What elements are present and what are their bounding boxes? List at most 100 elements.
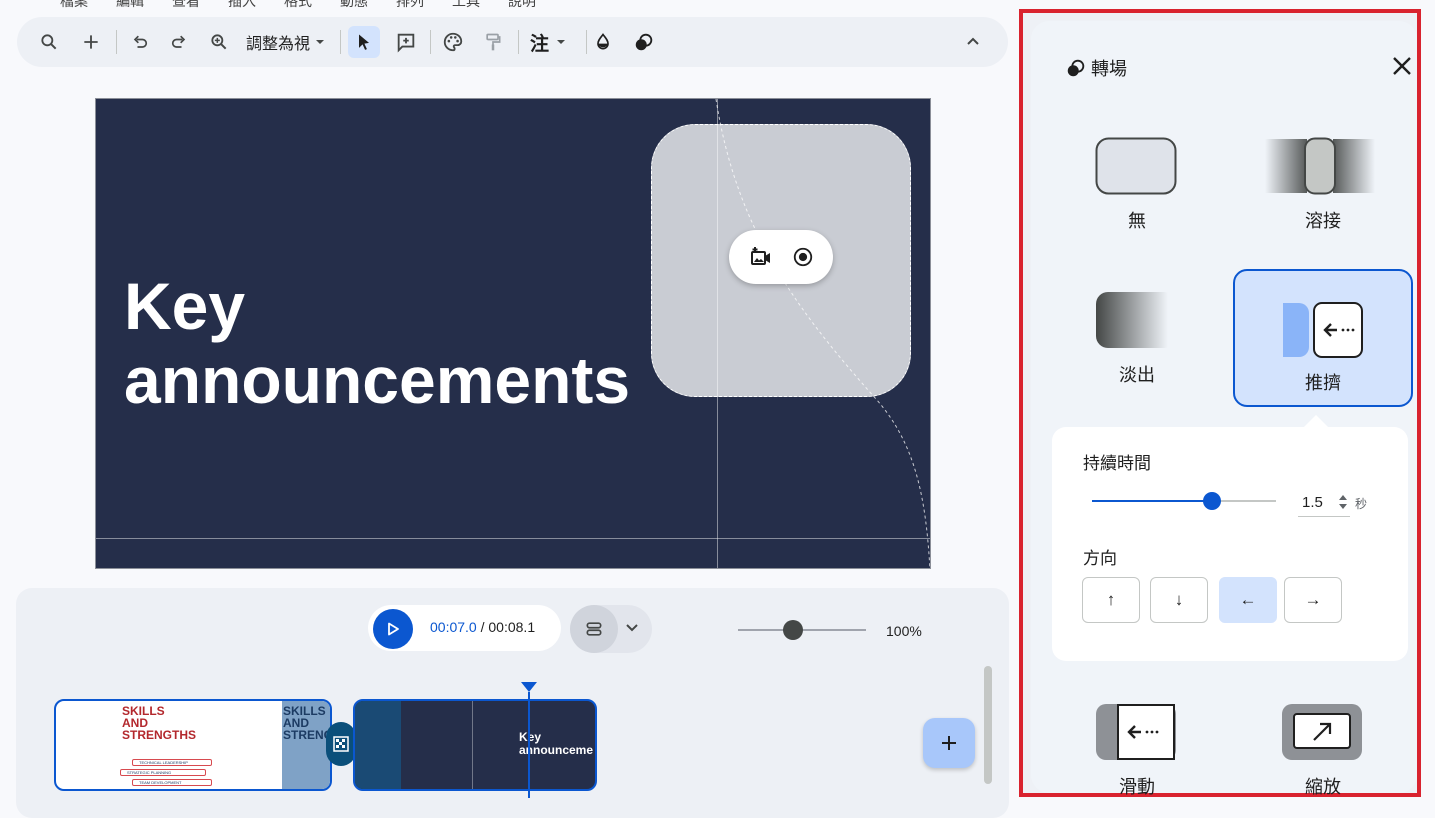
menu-view[interactable]: 查看 xyxy=(172,0,200,9)
close-icon[interactable] xyxy=(1391,55,1413,77)
paint-format-button[interactable] xyxy=(477,26,509,58)
push-options: 持續時間 1.5 秒 方向 ↑ ↓ ← → xyxy=(1052,427,1408,661)
new-slide-button[interactable] xyxy=(75,26,107,58)
transition-dissolve-label: 溶接 xyxy=(1305,211,1341,231)
add-media-button[interactable] xyxy=(749,245,773,269)
redo-icon xyxy=(171,35,186,48)
direction-right-button[interactable]: → xyxy=(1284,577,1342,623)
arrow-left-icon: ← xyxy=(1239,590,1257,609)
palette-icon xyxy=(443,32,463,52)
direction-down-button[interactable]: ↓ xyxy=(1150,577,1208,623)
add-clip-button[interactable] xyxy=(923,718,975,768)
record-icon xyxy=(793,247,812,267)
select-tool-button[interactable] xyxy=(348,26,380,58)
push-preview-icon xyxy=(1283,302,1363,358)
menu-insert[interactable]: 插入 xyxy=(228,0,256,9)
tracks-icon xyxy=(586,622,602,636)
theme-button[interactable] xyxy=(437,26,469,58)
transition-zoom[interactable]: 縮放 xyxy=(1235,685,1411,797)
fill-button[interactable] xyxy=(587,26,619,58)
time-readout: 00:07.0 / 00:08.1 xyxy=(430,619,535,635)
transition-zoom-label: 縮放 xyxy=(1305,777,1341,797)
arrow-down-icon: ↓ xyxy=(1174,590,1184,609)
total-time: 00:08.1 xyxy=(488,619,536,635)
text-style-button[interactable]: 注 xyxy=(526,26,576,58)
playhead-line xyxy=(528,692,530,798)
slide-canvas[interactable]: Key announcements xyxy=(95,98,931,569)
transition-dissolve[interactable]: 溶接 xyxy=(1235,119,1411,255)
clip1-bullet-2: STRATEGIC PLANNING xyxy=(120,769,206,776)
transition-none[interactable]: 無 xyxy=(1049,119,1225,255)
arrow-up-icon: ↑ xyxy=(1106,590,1116,609)
transition-fade-label: 淡出 xyxy=(1119,365,1155,385)
timeline-clip-2[interactable]: Key announceme xyxy=(353,699,597,791)
checker-transition-icon xyxy=(333,736,349,752)
current-time: 00:07.0 xyxy=(430,619,477,635)
plus-icon xyxy=(84,35,98,49)
timeline-clip-1[interactable]: SKILLS AND STRENGTHS SKILLS AND STRENG T… xyxy=(54,699,332,791)
search-menus-button[interactable] xyxy=(33,26,65,58)
duration-slider-knob[interactable] xyxy=(1203,492,1221,510)
clip-transition-button[interactable] xyxy=(326,722,356,766)
menu-bar: 檔案 編輯 查看 插入 格式 動態 排列 工具 說明 xyxy=(60,0,536,9)
playback-controls: 00:07.0 / 00:08.1 xyxy=(368,605,561,651)
menu-help[interactable]: 說明 xyxy=(508,0,536,9)
chevron-down-icon xyxy=(626,624,638,632)
play-button[interactable] xyxy=(373,609,413,649)
menu-tools[interactable]: 工具 xyxy=(452,0,480,9)
water-drop-icon xyxy=(597,33,609,50)
record-button[interactable] xyxy=(792,246,814,268)
zoom-in-icon xyxy=(211,34,227,50)
track-view-button[interactable] xyxy=(570,605,652,653)
timeline-zoom-knob[interactable] xyxy=(783,620,803,640)
caret-down-icon xyxy=(316,40,325,44)
clip2-guide xyxy=(472,701,473,789)
timeline-scrollbar[interactable] xyxy=(984,666,992,784)
text-style-label: 注 xyxy=(530,33,550,55)
undo-button[interactable] xyxy=(124,26,156,58)
collapse-toolbar-button[interactable] xyxy=(957,26,989,58)
redo-button[interactable] xyxy=(163,26,195,58)
cursor-icon xyxy=(359,34,369,50)
playhead-marker[interactable] xyxy=(521,682,537,692)
add-photo-video-icon xyxy=(750,247,770,265)
menu-format[interactable]: 格式 xyxy=(284,0,312,9)
zoom-button[interactable] xyxy=(203,26,235,58)
slide-preview-icon xyxy=(1096,704,1176,760)
zoom-select[interactable]: 調整為視 xyxy=(246,26,326,58)
direction-left-button[interactable]: ← xyxy=(1219,577,1277,623)
transition-push[interactable]: 推擠 xyxy=(1233,269,1413,407)
fade-preview-icon xyxy=(1096,292,1176,348)
menu-edit[interactable]: 編輯 xyxy=(116,0,144,9)
media-actions xyxy=(729,230,833,284)
duration-slider-fill xyxy=(1092,500,1212,502)
transition-icon xyxy=(635,33,653,51)
transition-fade[interactable]: 淡出 xyxy=(1049,271,1225,407)
menu-motion[interactable]: 動態 xyxy=(340,0,368,9)
dissolve-preview-icon xyxy=(1265,137,1375,195)
clip2-left-panel xyxy=(355,701,401,789)
duration-label: 持續時間 xyxy=(1083,454,1151,473)
spinner-arrows-icon[interactable] xyxy=(1337,493,1349,511)
menu-file[interactable]: 檔案 xyxy=(60,0,88,9)
slide-title-line1: Key xyxy=(124,269,246,343)
slide-title[interactable]: Key announcements xyxy=(124,269,630,417)
menu-arrange[interactable]: 排列 xyxy=(396,0,424,9)
play-icon xyxy=(388,622,399,636)
guide-horizontal xyxy=(96,538,930,539)
guide-vertical xyxy=(717,99,718,568)
chevron-up-icon xyxy=(967,37,979,45)
transition-push-label: 推擠 xyxy=(1305,373,1341,393)
zoom-select-label: 調整為視 xyxy=(246,36,311,53)
direction-up-button[interactable]: ↑ xyxy=(1082,577,1140,623)
none-preview-icon xyxy=(1095,137,1177,195)
add-comment-icon xyxy=(397,33,415,53)
search-icon xyxy=(41,34,57,50)
transition-slide[interactable]: 滑動 xyxy=(1049,685,1225,797)
duration-unit: 秒 xyxy=(1355,497,1368,511)
paint-roller-icon xyxy=(486,33,501,51)
transition-none-label: 無 xyxy=(1128,211,1146,231)
transition-button[interactable] xyxy=(628,26,660,58)
comment-button[interactable] xyxy=(390,26,422,58)
toolbar: 調整為視 注 xyxy=(17,17,1008,67)
